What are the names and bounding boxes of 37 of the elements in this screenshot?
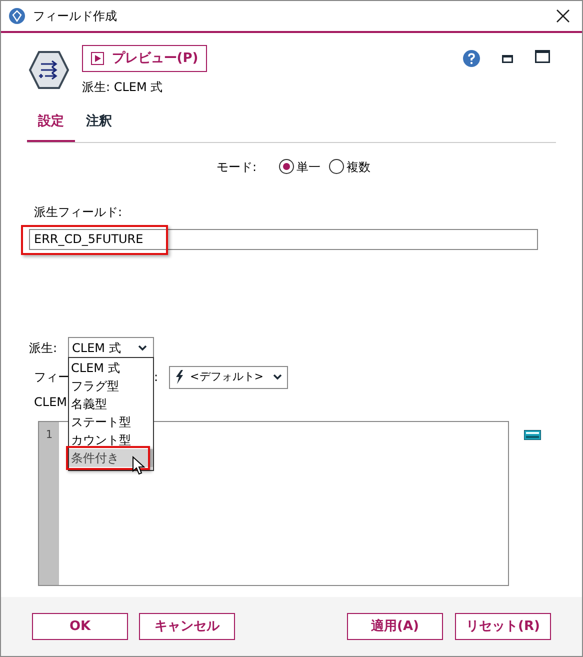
close-icon[interactable] [556,9,570,23]
radio-button[interactable] [328,159,344,174]
dialog-button[interactable]: キャンセル [139,613,235,640]
maximize-icon[interactable] [535,50,550,63]
tab[interactable]: 注釈 [75,112,123,142]
line-number: 1 [46,426,52,442]
dropdown-option[interactable]: カウント型 [69,431,153,449]
field-type-select[interactable]: <デフォルト> [169,366,288,388]
preview-button[interactable]: プレビュー(P) [82,45,207,72]
app-icon [9,8,25,24]
derive-label: 派生: [29,340,58,356]
derive-field-input[interactable]: ERR_CD_5FUTURE [29,228,538,250]
mode-label: モード: [216,158,257,176]
tab[interactable]: 設定 [27,112,75,142]
expression-label: CLEM [34,394,67,410]
derive-field-label: 派生フィールド: [34,204,124,220]
chevron-icon [138,344,147,350]
calculator-icon[interactable] [524,430,541,440]
dropdown-option[interactable]: 条件付き [69,449,153,467]
dialog-button[interactable]: OK [32,613,128,640]
node-subtitle: 派生: CLEM 式 [82,79,164,96]
dialog-button[interactable]: リセット(R) [455,613,551,640]
dropdown-option[interactable]: 名義型 [69,395,153,413]
dropdown-option[interactable]: CLEM 式 [69,359,153,377]
window-title: フィールド作成 [33,8,117,25]
field-type-colon: : [154,369,158,386]
chevron-icon [273,374,282,380]
radio-label: 複数 [346,158,371,176]
help-icon[interactable] [463,50,480,67]
dropdown-option[interactable]: フラグ型 [69,377,153,395]
dialog-button[interactable]: 適用(A) [347,613,443,640]
play-icon [90,52,104,65]
derive-node-icon [28,49,70,91]
radio-label: 単一 [296,158,321,176]
minimize-icon[interactable] [502,55,513,63]
radio-button[interactable] [278,159,294,174]
lightning-icon [175,370,184,384]
